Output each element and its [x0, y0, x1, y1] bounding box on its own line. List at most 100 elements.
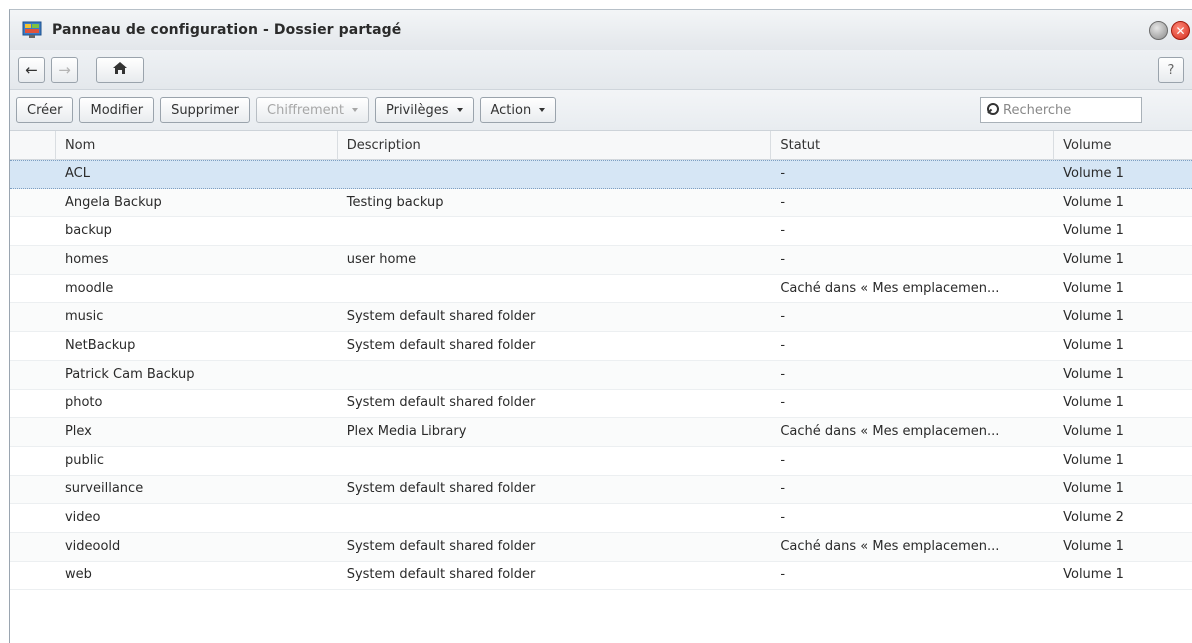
close-icon: ✕: [1175, 23, 1186, 38]
arrow-left-icon: ←: [25, 60, 38, 79]
table-row[interactable]: Angela Backup Testing backup - Volume 1: [10, 188, 1192, 218]
cell-volume: Volume 1: [1063, 424, 1124, 440]
privileges-dropdown[interactable]: Privilèges: [374, 97, 474, 123]
shared-folder-table: Nom Description Statut Volume ACL - Volume…: [10, 130, 1192, 591]
modify-button[interactable]: Modifier: [79, 97, 155, 123]
table-row[interactable]: photo System default shared folder - Volume…: [10, 390, 1192, 419]
table-row[interactable]: Plex Plex Media Library Caché dans « Mes e…: [10, 418, 1192, 447]
header-status[interactable]: Statut: [771, 130, 1055, 160]
table-row[interactable]: moodle Caché dans « Mes emplacemen... Volu…: [10, 275, 1192, 304]
home-icon: [112, 61, 128, 79]
window-title: Panneau de configuration - Dossier parta…: [52, 22, 402, 38]
header-name[interactable]: Nom: [56, 130, 338, 160]
header-volume[interactable]: Volume: [1054, 131, 1192, 160]
cell-volume: Volume 1: [1063, 567, 1124, 583]
cell-description: Plex Media Library: [346, 424, 467, 440]
privileges-label: Privilèges: [385, 102, 449, 118]
cell-description: user home: [346, 251, 417, 267]
cell-status: -: [780, 251, 786, 267]
cell-volume: Volume 1: [1063, 194, 1124, 210]
chevron-down-icon: [539, 108, 546, 112]
cell-description: System default shared folder: [346, 337, 536, 353]
cell-name: NetBackup: [64, 337, 136, 353]
cell-name: backup: [64, 223, 112, 239]
home-button[interactable]: [96, 56, 144, 83]
cell-volume: Volume 1: [1063, 166, 1124, 182]
table-row[interactable]: Patrick Cam Backup - Volume 1: [10, 360, 1192, 390]
search-icon: [987, 103, 1001, 117]
cell-status: -: [780, 309, 786, 325]
table-row[interactable]: surveillance System default shared folder…: [10, 475, 1192, 505]
delete-button[interactable]: Supprimer: [160, 97, 251, 123]
table-row[interactable]: video - Volume 2: [10, 504, 1192, 533]
action-label: Action: [490, 102, 532, 118]
cell-name: ACL: [64, 166, 90, 182]
header-spacer: [10, 130, 56, 160]
cell-name: surveillance: [64, 481, 144, 497]
table-row[interactable]: public - Volume 1: [10, 447, 1192, 476]
table-row[interactable]: videoold System default shared folder Cach…: [10, 532, 1192, 562]
chevron-down-icon: [456, 108, 463, 112]
cell-name: photo: [64, 395, 103, 411]
cell-status: -: [780, 510, 786, 526]
title-bar: Panneau de configuration - Dossier parta…: [10, 10, 1192, 50]
cell-description: System default shared folder: [346, 538, 536, 554]
minimize-button[interactable]: [1149, 21, 1168, 40]
cell-volume: Volume 1: [1063, 395, 1124, 411]
window-controls: ✕: [1149, 21, 1190, 40]
cell-volume: Volume 1: [1063, 309, 1124, 325]
cell-name: video: [64, 510, 101, 526]
encryption-dropdown[interactable]: Chiffrement: [256, 97, 369, 123]
table-header: Nom Description Statut Volume: [10, 130, 1192, 160]
table-row[interactable]: music System default shared folder - Volume…: [10, 303, 1192, 333]
cell-volume: Volume 2: [1063, 510, 1124, 526]
cell-description: System default shared folder: [346, 309, 536, 325]
control-panel-icon: [22, 20, 44, 40]
search-box[interactable]: [980, 97, 1142, 123]
cell-status: -: [780, 166, 786, 182]
cell-volume: Volume 1: [1063, 223, 1124, 239]
table-row[interactable]: NetBackup System default shared folder - Vo…: [10, 332, 1192, 361]
cell-name: Patrick Cam Backup: [64, 366, 195, 382]
cell-volume: Volume 1: [1063, 481, 1124, 497]
table-row[interactable]: ACL - Volume 1: [10, 160, 1192, 189]
cell-status: -: [780, 337, 786, 353]
toolbar: Créer Modifier Supprimer Chiffrement Pri…: [10, 90, 1192, 131]
cell-volume: Volume 1: [1063, 452, 1124, 468]
cell-volume: Volume 1: [1063, 366, 1124, 382]
cell-status: -: [780, 481, 786, 497]
cell-name: Angela Backup: [64, 194, 162, 210]
cell-status: -: [780, 194, 786, 210]
table-row[interactable]: backup - Volume 1: [10, 217, 1192, 247]
cell-volume: Volume 1: [1063, 538, 1124, 554]
table-row[interactable]: web System default shared folder - Volume 1: [10, 562, 1192, 591]
help-button[interactable]: ?: [1158, 57, 1184, 83]
cell-status: -: [780, 395, 786, 411]
cell-description: System default shared folder: [346, 395, 536, 411]
cell-name: music: [64, 309, 104, 325]
cell-status: Caché dans « Mes emplacemen...: [780, 424, 1000, 440]
close-button[interactable]: ✕: [1171, 21, 1190, 40]
cell-volume: Volume 1: [1063, 251, 1124, 267]
forward-button[interactable]: →: [51, 56, 78, 83]
cell-status: -: [780, 567, 786, 583]
create-button[interactable]: Créer: [16, 97, 74, 123]
cell-volume: Volume 1: [1063, 337, 1124, 353]
header-description[interactable]: Description: [338, 130, 772, 160]
search-input[interactable]: [1003, 102, 1138, 118]
cell-status: Caché dans « Mes emplacemen...: [780, 538, 1000, 554]
back-button[interactable]: ←: [18, 56, 45, 83]
action-dropdown[interactable]: Action: [479, 97, 557, 123]
cell-name: moodle: [64, 280, 114, 296]
table-row[interactable]: homes user home - Volume 1: [10, 246, 1192, 275]
cell-volume: Volume 1: [1063, 280, 1124, 296]
cell-name: homes: [64, 251, 109, 267]
modify-label: Modifier: [90, 102, 144, 118]
cell-name: videoold: [64, 538, 121, 554]
cell-description: System default shared folder: [346, 481, 536, 497]
cell-status: Caché dans « Mes emplacemen...: [780, 280, 1000, 296]
cell-name: web: [64, 567, 92, 583]
chevron-down-icon: [351, 108, 358, 112]
navigation-bar: ← → ?: [10, 50, 1192, 90]
cell-status: -: [780, 223, 786, 239]
